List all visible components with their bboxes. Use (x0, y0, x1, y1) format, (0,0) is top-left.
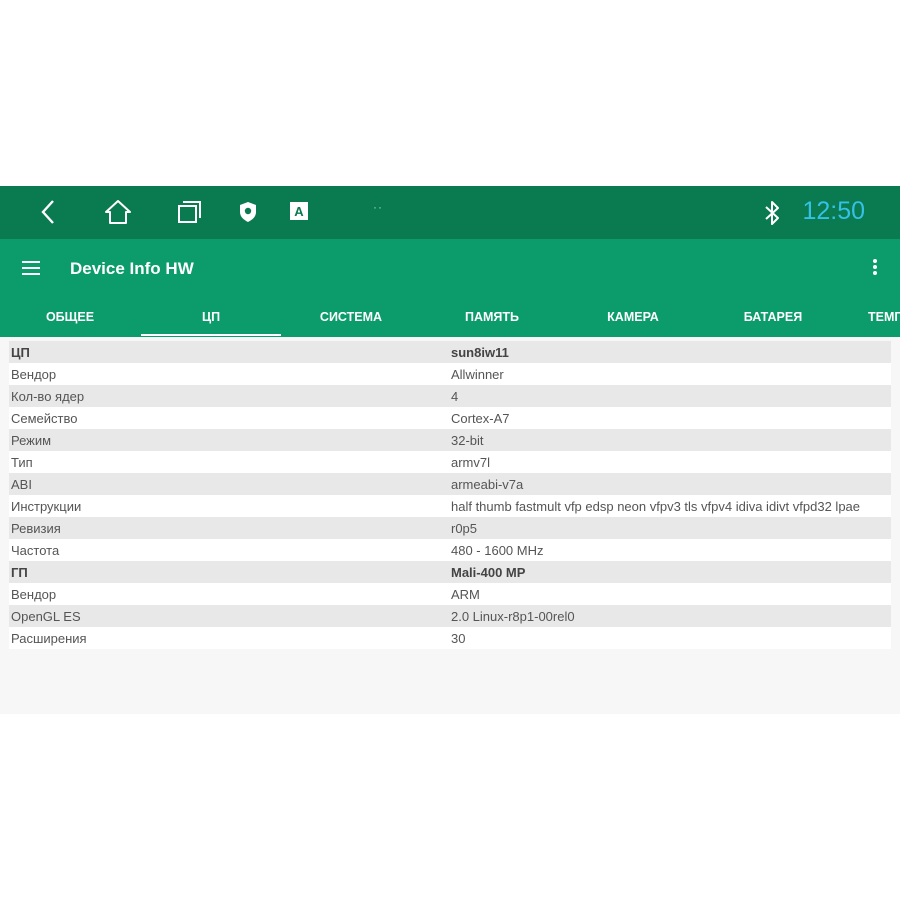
tab-memory[interactable]: ПАМЯТЬ (422, 302, 562, 337)
row-key: Ревизия (11, 521, 61, 536)
svg-text:A: A (294, 204, 304, 219)
row-value: 2.0 Linux-r8p1-00rel0 (451, 609, 575, 624)
row-value: half thumb fastmult vfp edsp neon vfpv3 … (451, 499, 861, 514)
row-key: Режим (11, 433, 52, 448)
row-value: Allwinner (451, 367, 504, 382)
table-row: Кол-во ядер 4 (9, 385, 891, 407)
device-screen: A ·· 12:50 Device Info HW ОБЩЕЕ ЦП СИСТЕ… (0, 186, 900, 714)
shield-icon[interactable] (238, 201, 258, 228)
row-key: OpenGL ES (11, 609, 81, 624)
app-bar: Device Info HW ОБЩЕЕ ЦП СИСТЕМА ПАМЯТЬ К… (0, 239, 900, 337)
row-value: 4 (451, 389, 459, 404)
table-row: OpenGL ES 2.0 Linux-r8p1-00rel0 (9, 605, 891, 627)
table-row: Расширения 30 (9, 627, 891, 649)
tab-bar: ОБЩЕЕ ЦП СИСТЕМА ПАМЯТЬ КАМЕРА БАТАРЕЯ Т… (0, 302, 900, 337)
row-key: Кол-во ядер (11, 389, 85, 404)
table-row: ABI armeabi-v7a (9, 473, 891, 495)
row-value: sun8iw11 (451, 345, 509, 360)
notification-dots: ·· (373, 200, 383, 214)
tab-general[interactable]: ОБЩЕЕ (0, 302, 140, 337)
table-row: ЦП sun8iw11 (9, 341, 891, 363)
table-row: Вендор ARM (9, 583, 891, 605)
row-key: ABI (11, 477, 32, 492)
row-key: Вендор (11, 587, 57, 602)
tab-battery[interactable]: БАТАРЕЯ (703, 302, 843, 337)
cpu-info-table: ЦП sun8iw11 Вендор Allwinner Кол-во ядер 4 … (9, 341, 891, 649)
row-key: Тип (11, 455, 33, 470)
row-key: ЦП (11, 345, 30, 360)
table-row: Тип armv7l (9, 451, 891, 473)
more-vert-icon[interactable] (872, 258, 878, 281)
table-row: Инструкции half thumb fastmult vfp edsp n… (9, 495, 891, 517)
row-value: r0p5 (451, 521, 478, 536)
back-icon[interactable] (38, 199, 60, 230)
table-row: Режим 32-bit (9, 429, 891, 451)
row-value: ARM (451, 587, 480, 602)
table-row: Ревизия r0p5 (9, 517, 891, 539)
row-key: Инструкции (11, 499, 82, 514)
row-key: Вендор (11, 367, 57, 382)
keyboard-a-icon[interactable]: A (289, 201, 309, 228)
active-tab-indicator (141, 334, 281, 336)
tab-camera[interactable]: КАМЕРА (563, 302, 703, 337)
table-row: Вендор Allwinner (9, 363, 891, 385)
bluetooth-icon (764, 200, 780, 231)
row-key: ГП (11, 565, 28, 580)
tab-cpu[interactable]: ЦП (141, 302, 281, 337)
recents-icon[interactable] (176, 199, 202, 230)
row-key: Частота (11, 543, 60, 558)
menu-icon[interactable] (22, 261, 40, 280)
system-bar: A ·· 12:50 (0, 186, 900, 239)
status-clock: 12:50 (802, 197, 865, 225)
row-key: Расширения (11, 631, 87, 646)
row-value: Mali-400 MP (451, 565, 526, 580)
tab-temperature[interactable]: ТЕМП (844, 302, 900, 337)
row-key: Семейство (11, 411, 78, 426)
row-value: 32-bit (451, 433, 484, 448)
home-icon[interactable] (104, 199, 132, 230)
row-value: armv7l (451, 455, 491, 470)
app-title: Device Info HW (70, 259, 194, 278)
table-row: Частота 480 - 1600 MHz (9, 539, 891, 561)
row-value: 480 - 1600 MHz (451, 543, 544, 558)
row-value: armeabi-v7a (451, 477, 524, 492)
table-row: ГП Mali-400 MP (9, 561, 891, 583)
table-row: Семейство Cortex-A7 (9, 407, 891, 429)
row-value: Cortex-A7 (451, 411, 510, 426)
tab-system[interactable]: СИСТЕМА (281, 302, 421, 337)
row-value: 30 (451, 631, 466, 646)
